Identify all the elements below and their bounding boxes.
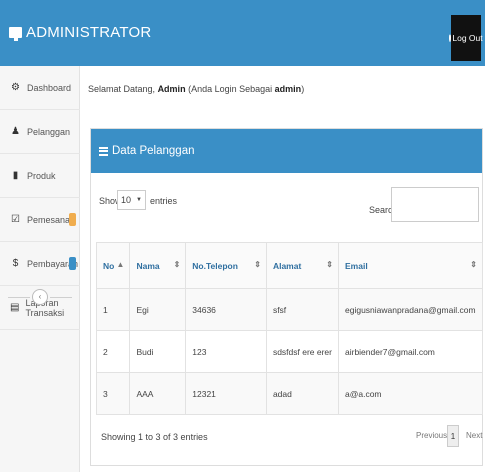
- cell-nama: Egi: [129, 288, 187, 331]
- table-row: 3 AAA 12321 adad a@a.com: [95, 372, 483, 415]
- power-icon: [449, 34, 452, 42]
- logout-button[interactable]: Log Out: [449, 15, 483, 61]
- pembayaran-badge: [69, 257, 76, 270]
- column-header-alamat[interactable]: Alamat ⇕: [265, 242, 340, 289]
- sort-icon: ⇕: [254, 260, 261, 269]
- cell-email: airbiender7@gmail.com: [338, 330, 483, 373]
- sidebar-item-label: Pelanggan: [27, 126, 71, 137]
- cell-telepon: 12321: [185, 372, 267, 415]
- sidebar-item-produk[interactable]: ▮ Produk: [0, 154, 80, 198]
- list-icon: [99, 146, 108, 156]
- column-label: Email: [345, 260, 368, 271]
- logout-label: Log Out: [452, 33, 483, 43]
- sort-icon: ⇕: [326, 260, 333, 269]
- caret-down-icon: ▼: [136, 197, 142, 203]
- sidebar-item-label: Dashboard: [27, 82, 72, 93]
- sidebar-toggle-button[interactable]: ‹: [32, 289, 48, 305]
- welcome-user: Admin: [157, 84, 186, 94]
- column-header-no[interactable]: No ▲: [95, 242, 131, 289]
- cell-no: 1: [95, 288, 131, 331]
- pagination-next[interactable]: Next: [466, 425, 482, 447]
- welcome-message: Selamat Datang, Admin (Anda Login Sebaga…: [88, 84, 304, 94]
- welcome-middle: (Anda Login Sebagai: [188, 84, 273, 94]
- table-info: Showing 1 to 3 of 3 entries: [101, 432, 208, 442]
- pagination-previous[interactable]: Previous: [416, 425, 447, 447]
- column-label: Alamat: [272, 260, 302, 271]
- user-icon: ♟: [11, 126, 20, 137]
- length-value: 10: [121, 195, 132, 205]
- sidebar-divider-left: [8, 297, 30, 298]
- panel-heading: Data Pelanggan: [91, 129, 482, 173]
- brand[interactable]: ADMINISTRATOR: [9, 24, 151, 41]
- sidebar-item-pelanggan[interactable]: ♟ Pelanggan: [0, 110, 80, 154]
- entries-length-select[interactable]: 10 ▼: [117, 190, 146, 210]
- column-header-nama[interactable]: Nama ⇕: [129, 242, 187, 289]
- pagination-page-1[interactable]: 1: [447, 425, 459, 447]
- table-row: 1 Egi 34636 sfsf egigusniawanpradana@gma…: [95, 288, 483, 331]
- chevron-left-icon: ‹: [38, 292, 42, 301]
- sidebar-divider-right: [50, 297, 72, 298]
- column-label: Nama: [136, 260, 160, 271]
- cell-alamat: adad: [265, 372, 340, 415]
- table-row: 2 Budi 123 sdsfdsf ere erer airbiender7@…: [95, 330, 483, 373]
- table-header-row: No ▲ Nama ⇕ No.Telepon ⇕ Alamat ⇕ Email ⇕: [95, 242, 483, 289]
- cell-no: 2: [95, 330, 131, 373]
- cell-email: egigusniawanpradana@gmail.com: [338, 288, 483, 331]
- column-label: No: [103, 260, 115, 271]
- search-input[interactable]: [391, 187, 479, 222]
- entries-label: entries: [150, 196, 178, 206]
- sidebar: ⚙ Dashboard ♟ Pelanggan ▮ Produk ☑ Pemes…: [0, 66, 80, 472]
- desktop-icon: [9, 27, 22, 41]
- cell-email: a@a.com: [338, 372, 483, 415]
- sidebar-item-label: Pemesanan: [27, 214, 76, 225]
- panel-title: Data Pelanggan: [112, 145, 195, 157]
- dashboard-icon: ⚙: [11, 82, 20, 93]
- report-icon: ▤: [10, 302, 20, 313]
- column-label: No.Telepon: [192, 260, 238, 271]
- welcome-suffix: ): [301, 84, 305, 94]
- sort-icon: ⇕: [173, 260, 181, 269]
- column-header-email[interactable]: Email ⇕: [338, 242, 483, 289]
- sidebar-item-label: Produk: [27, 170, 56, 181]
- cell-telepon: 34636: [185, 288, 267, 331]
- cell-nama: Budi: [129, 330, 187, 373]
- cell-telepon: 123: [185, 330, 267, 373]
- pemesanan-badge: [69, 213, 76, 226]
- brand-title: ADMINISTRATOR: [26, 24, 152, 41]
- column-header-telepon[interactable]: No.Telepon ⇕: [185, 242, 267, 289]
- cell-nama: AAA: [129, 372, 187, 415]
- sort-icon: ⇕: [470, 260, 477, 269]
- welcome-prefix: Selamat Datang,: [88, 84, 156, 94]
- sort-asc-icon: ▲: [116, 260, 125, 269]
- top-navbar: ADMINISTRATOR Log Out: [0, 0, 485, 66]
- cell-alamat: sdsfdsf ere erer: [265, 330, 340, 373]
- sidebar-item-dashboard[interactable]: ⚙ Dashboard: [0, 66, 80, 110]
- bookmark-icon: ▮: [12, 170, 19, 181]
- welcome-role: admin: [274, 84, 302, 94]
- dollar-icon: $: [12, 258, 19, 269]
- cell-no: 3: [95, 372, 131, 415]
- cell-alamat: sfsf: [265, 288, 340, 331]
- check-square-icon: ☑: [11, 214, 20, 225]
- pelanggan-table: No ▲ Nama ⇕ No.Telepon ⇕ Alamat ⇕ Email ⇕ 1 E…: [95, 242, 483, 415]
- sidebar-item-pembayaran[interactable]: $ Pembayaran: [0, 242, 80, 286]
- sidebar-item-pemesanan[interactable]: ☑ Pemesanan: [0, 198, 80, 242]
